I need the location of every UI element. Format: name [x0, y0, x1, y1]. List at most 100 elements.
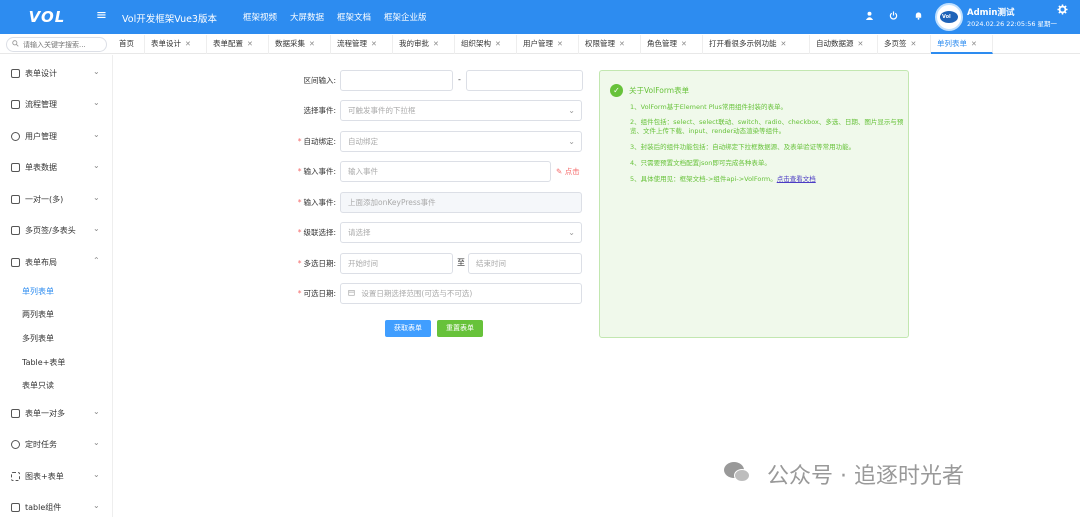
- avatar-text: Vol: [942, 14, 951, 20]
- close-icon[interactable]: ✕: [619, 40, 625, 48]
- get-form-button[interactable]: 获取表单: [385, 320, 431, 337]
- nav-item-docs[interactable]: 框架文档: [337, 11, 371, 23]
- close-icon[interactable]: ✕: [557, 40, 563, 48]
- form-row-range: 区间输入: -: [270, 70, 590, 91]
- sidebar-item-label: 单表数据: [25, 163, 57, 172]
- user-icon[interactable]: [863, 11, 875, 23]
- tab-data-collect[interactable]: 数据采集 ✕: [269, 35, 331, 54]
- close-icon[interactable]: ✕: [371, 40, 377, 48]
- info-alert: ✓ 关于VolForm表单 1、VolForm基于Element Plus常用组…: [599, 70, 909, 338]
- close-icon[interactable]: ✕: [247, 40, 253, 48]
- keypress-input-field[interactable]: 上面添加onKeyPress事件: [340, 192, 582, 213]
- tab-label: 单列表单: [937, 39, 967, 48]
- cascade-select[interactable]: 请选择 ⌄: [340, 222, 582, 243]
- end-date-picker[interactable]: 结束时间: [468, 253, 582, 274]
- sidebar-item-form-layout[interactable]: 表单布局 ⌃: [0, 250, 112, 276]
- close-icon[interactable]: ✕: [495, 40, 501, 48]
- logo[interactable]: VOL: [0, 0, 94, 34]
- form-label: * 自动绑定:: [298, 136, 336, 147]
- tab-form-config[interactable]: 表单配置 ✕: [207, 35, 269, 54]
- chevron-down-icon: ⌄: [93, 130, 100, 139]
- sidebar-subitem-two-col-form[interactable]: 两列表单: [22, 309, 54, 320]
- start-date-picker[interactable]: 开始时间: [340, 253, 453, 274]
- sidebar-item-form-one-to-many[interactable]: 表单一对多 ⌄: [0, 401, 112, 427]
- user-name[interactable]: Admin测试: [967, 6, 1015, 18]
- chevron-down-icon: ⌄: [93, 193, 100, 202]
- close-icon[interactable]: ✕: [185, 40, 191, 48]
- sidebar-subitem-table-form[interactable]: Table+表单: [22, 357, 65, 368]
- tab-workflow[interactable]: 流程管理 ✕: [331, 35, 393, 54]
- avatar[interactable]: Vol: [935, 3, 963, 31]
- gear-icon[interactable]: [1056, 4, 1068, 16]
- form-label: 选择事件:: [303, 106, 336, 115]
- tab-multi-tab[interactable]: 多页签 ✕: [878, 35, 931, 54]
- close-icon[interactable]: ✕: [971, 40, 977, 48]
- tab-user-manage[interactable]: 用户管理 ✕: [517, 35, 579, 54]
- sidebar-item-workflow[interactable]: 流程管理 ⌄: [0, 92, 112, 118]
- search-input[interactable]: [23, 39, 103, 50]
- sidebar-item-chart-form[interactable]: 图表+表单 ⌄: [0, 464, 112, 490]
- reset-form-button[interactable]: 重置表单: [437, 320, 483, 337]
- form-row-input-event-2: * 输入事件: 上面添加onKeyPress事件: [270, 192, 590, 213]
- sidebar-subitem-multi-col-form[interactable]: 多列表单: [22, 333, 54, 344]
- clock-icon: [11, 440, 20, 449]
- sidebar-subitem-single-form[interactable]: 单列表单: [22, 286, 54, 297]
- close-icon[interactable]: ✕: [858, 40, 864, 48]
- tab-role[interactable]: 角色管理 ✕: [641, 35, 703, 54]
- edit-icon: ✎: [556, 167, 563, 176]
- sidebar-item-form-design[interactable]: 表单设计 ⌄: [0, 61, 112, 87]
- sidebar-item-multi-tab[interactable]: 多页签/多表头 ⌄: [0, 218, 112, 244]
- tab-home[interactable]: 首页: [113, 35, 145, 54]
- click-link[interactable]: ✎ 点击: [556, 166, 580, 177]
- sidebar-item-single-table[interactable]: 单表数据 ⌄: [0, 155, 112, 181]
- tab-label: 组织架构: [461, 39, 491, 48]
- input-placeholder: 输入事件: [348, 167, 378, 176]
- select-event-dropdown[interactable]: 可触发事件的下拉框 ⌄: [340, 100, 582, 121]
- auto-bind-dropdown[interactable]: 自动绑定 ⌄: [340, 131, 582, 152]
- menu-toggle-icon[interactable]: ≡: [96, 9, 107, 23]
- range-separator: -: [458, 75, 461, 84]
- tab-examples[interactable]: 打开看很多示例功能 ✕: [703, 35, 810, 54]
- chevron-down-icon: ⌄: [93, 67, 100, 76]
- sidebar-item-label: 表单设计: [25, 69, 57, 78]
- chevron-down-icon: ⌄: [93, 224, 100, 233]
- form-label: * 可选日期:: [298, 288, 336, 299]
- layout-icon: [11, 258, 20, 267]
- info-line: 1、VolForm基于Element Plus常用组件封装的表单。: [630, 103, 787, 111]
- range-end-input[interactable]: [466, 70, 583, 91]
- sidebar-item-scheduled-task[interactable]: 定时任务 ⌄: [0, 432, 112, 458]
- close-icon[interactable]: ✕: [681, 40, 687, 48]
- power-icon[interactable]: [887, 11, 899, 23]
- input-event-field[interactable]: 输入事件: [340, 161, 551, 182]
- tab-my-approval[interactable]: 我的审批 ✕: [393, 35, 455, 54]
- sidebar-item-one-to-one[interactable]: 一对一(多) ⌄: [0, 187, 112, 213]
- tab-org[interactable]: 组织架构 ✕: [455, 35, 517, 54]
- tab-label: 权限管理: [585, 39, 615, 48]
- nav-item-dashboard[interactable]: 大屏数据: [290, 11, 324, 23]
- range-start-input[interactable]: [340, 70, 453, 91]
- nav-item-enterprise[interactable]: 框架企业版: [384, 11, 427, 23]
- tab-permission[interactable]: 权限管理 ✕: [579, 35, 641, 54]
- app-title: Vol开发框架Vue3版本: [122, 14, 217, 25]
- tab-single-form[interactable]: 单列表单 ✕: [931, 35, 993, 54]
- tab-label: 数据采集: [275, 39, 305, 48]
- sidebar-item-label: 表单一对多: [25, 409, 65, 418]
- info-line: 2、组件包括：select、select联动、switch、radio、chec…: [630, 118, 904, 135]
- close-icon[interactable]: ✕: [309, 40, 315, 48]
- menu-search[interactable]: [6, 37, 107, 52]
- tab-auto-datasource[interactable]: 自动数据源 ✕: [810, 35, 878, 54]
- close-icon[interactable]: ✕: [781, 40, 787, 48]
- docs-link[interactable]: 点击查看文档: [777, 175, 816, 183]
- tab-label: 用户管理: [523, 39, 553, 48]
- sidebar-item-table-component[interactable]: table组件 ⌄: [0, 495, 112, 517]
- form-row-optional-date: * 可选日期: 设置日期选择范围(可选与不可选): [270, 283, 590, 304]
- sidebar-item-users[interactable]: 用户管理 ⌄: [0, 124, 112, 150]
- sidebar-subitem-readonly-form[interactable]: 表单只读: [22, 380, 54, 391]
- tab-form-design[interactable]: 表单设计 ✕: [145, 35, 207, 54]
- bell-icon[interactable]: [912, 11, 924, 23]
- nav-item-video[interactable]: 框架视频: [243, 11, 277, 23]
- close-icon[interactable]: ✕: [433, 40, 439, 48]
- optional-date-picker[interactable]: 设置日期选择范围(可选与不可选): [340, 283, 582, 304]
- close-icon[interactable]: ✕: [911, 40, 917, 48]
- form-label: * 多选日期:: [298, 258, 336, 269]
